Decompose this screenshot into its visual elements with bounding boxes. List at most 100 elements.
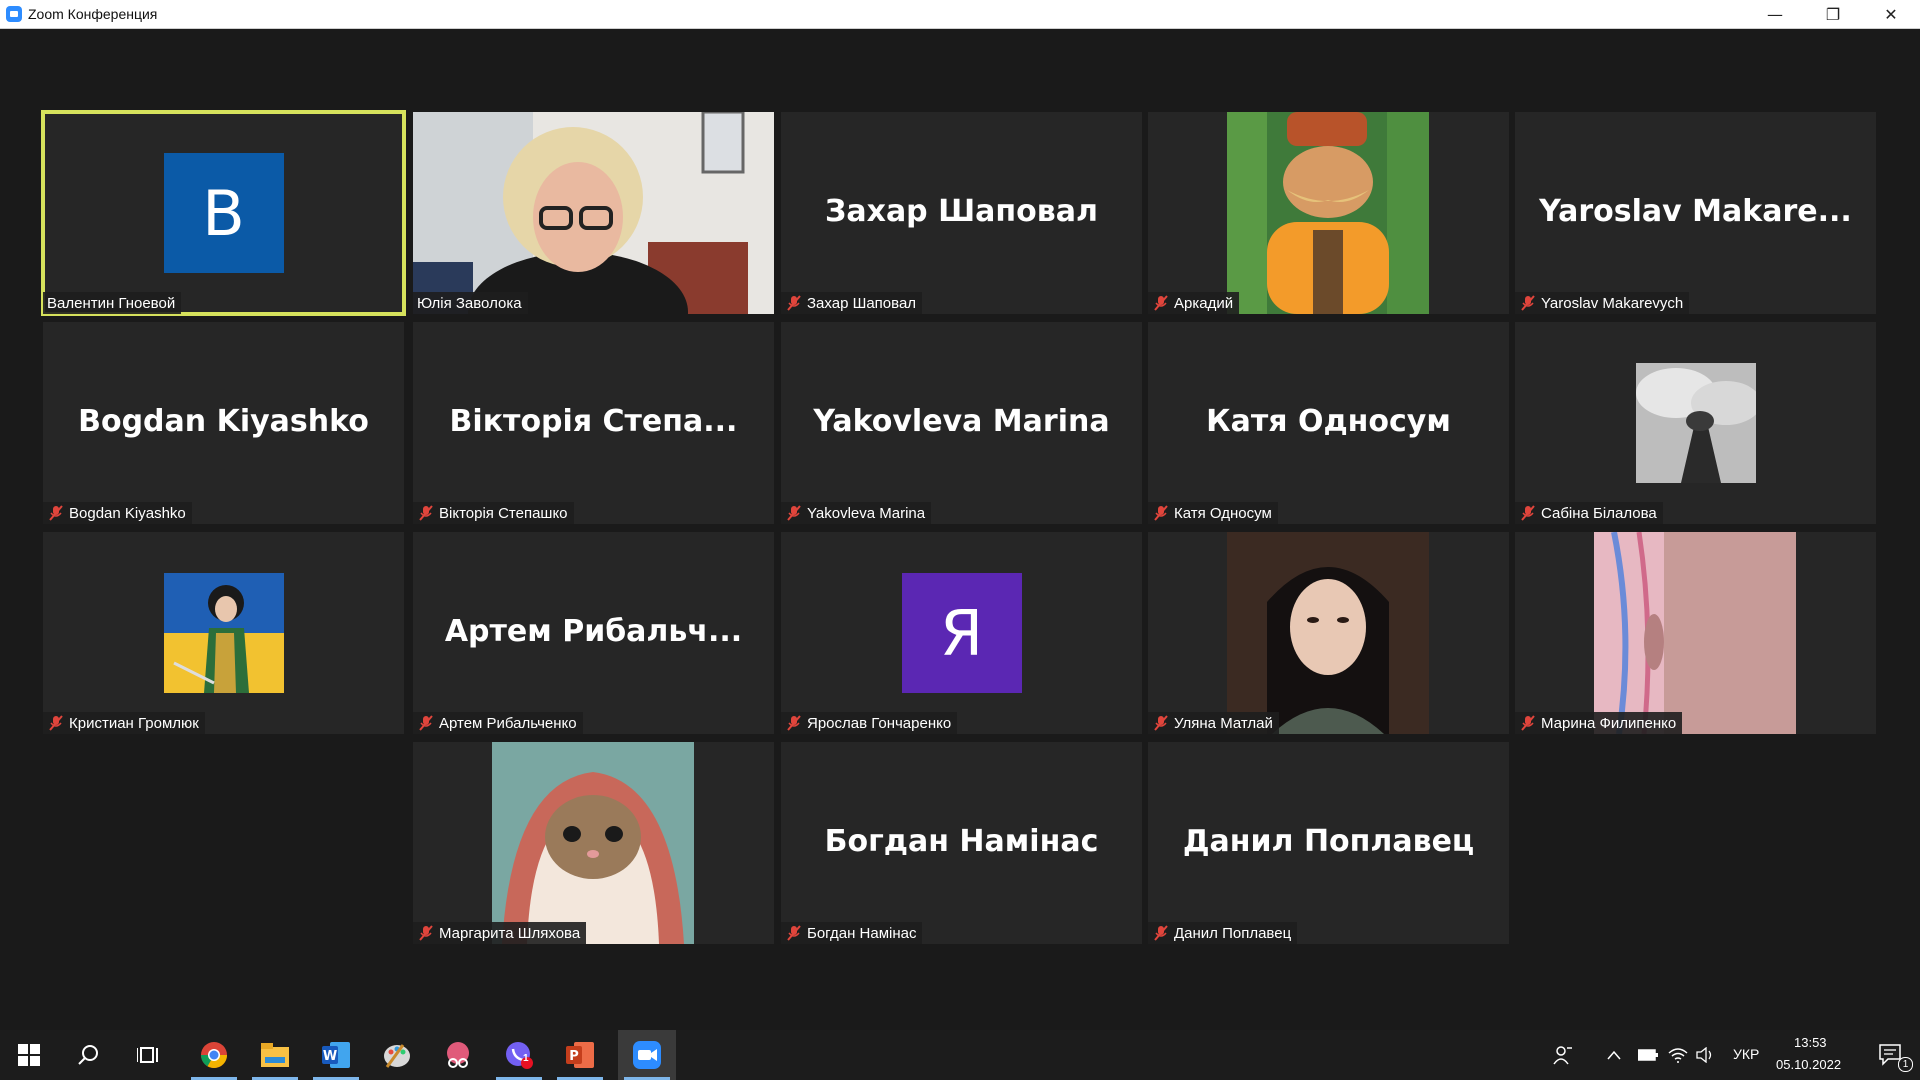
start-icon[interactable] [0,1030,58,1080]
participant-name: Кристиан Громлюк [69,714,199,732]
muted-mic-icon [49,505,63,521]
participant-picture [163,573,284,693]
notification-icon[interactable]: 1 [1862,1030,1920,1080]
muted-mic-icon [787,925,801,941]
participant-tile[interactable]: Уляна Матлай [1148,532,1509,734]
participant-name-tag: Богдан Намінас [781,922,923,944]
participant-picture [1227,532,1429,734]
participant-name: Вікторія Степашко [439,504,568,522]
participant-tile[interactable]: Марина Филипенко [1515,532,1876,734]
participant-name-tag: Катя Односум [1148,502,1278,524]
participant-display-name: Артем Рибальч... [444,613,743,649]
participant-tile[interactable]: Артем Рибальч... Артем Рибальченко [413,532,774,734]
participant-tile[interactable]: Yakovleva Marina Yakovleva Marina [781,322,1142,524]
participant-name: Юлія Заволока [417,294,522,312]
snip-icon[interactable] [429,1030,487,1080]
viber-icon[interactable]: 1 [490,1030,548,1080]
viber-badge: 1 [523,1053,529,1064]
participant-picture [1594,532,1796,734]
chevron-up-icon[interactable] [1600,1030,1628,1080]
participant-display-name: Катя Односум [1206,403,1451,439]
participant-name-tag: Захар Шаповал [781,292,923,314]
participant-name: Ярослав Гончаренко [807,714,952,732]
avatar: Я [901,573,1022,693]
avatar: В [163,153,284,273]
powerpoint-icon[interactable]: P [551,1030,609,1080]
participant-name: Уляна Матлай [1174,714,1273,732]
language-indicator[interactable]: УКР [1733,1046,1759,1062]
participant-name-tag: Аркадий [1148,292,1240,314]
search-icon[interactable] [60,1030,118,1080]
participant-tile[interactable]: Я Ярослав Гончаренко [781,532,1142,734]
participant-name-tag: Артем Рибальченко [413,712,583,734]
participant-name: Аркадий [1174,294,1234,312]
clock-date[interactable]: 05.10.2022 [1776,1057,1841,1072]
participant-name: Yaroslav Makarevych [1541,294,1684,312]
people-icon[interactable] [1545,1030,1581,1080]
participant-name-tag: Ярослав Гончаренко [781,712,958,734]
clock-time[interactable]: 13:53 [1794,1035,1827,1050]
participant-name-tag: Данил Поплавец [1148,922,1298,944]
participant-picture [1227,112,1429,314]
participant-display-name: Богдан Намінас [824,823,1099,859]
participant-tile[interactable]: В Валентин Гноевой [41,110,406,316]
participant-tile[interactable]: Сабіна Білалова [1515,322,1876,524]
muted-mic-icon [419,715,433,731]
participant-tile[interactable]: Маргарита Шляхова [413,742,774,944]
volume-icon[interactable] [1692,1030,1720,1080]
wifi-icon[interactable] [1664,1030,1692,1080]
participant-tile[interactable]: Катя Односум Катя Односум [1148,322,1509,524]
participant-name: Катя Односум [1174,504,1272,522]
participant-tile[interactable]: Юлія Заволока [413,112,774,314]
svg-text:P: P [569,1049,579,1064]
participant-display-name: Yaroslav Makare... [1539,193,1852,229]
participant-name: Богдан Намінас [807,924,917,942]
muted-mic-icon [787,295,801,311]
participant-name-tag: Bogdan Kiyashko [43,502,192,524]
file-explorer-icon[interactable] [246,1030,304,1080]
muted-mic-icon [419,505,433,521]
participant-tile[interactable]: Аркадий [1148,112,1509,314]
participant-display-name: Вікторія Степа... [449,403,738,439]
task-view-icon[interactable] [120,1030,178,1080]
word-icon[interactable]: W [307,1030,365,1080]
participant-tile[interactable]: Bogdan Kiyashko Bogdan Kiyashko [43,322,404,524]
muted-mic-icon [1154,715,1168,731]
participant-name: Валентин Гноевой [47,294,176,312]
participant-tile[interactable]: Yaroslav Makare... Yaroslav Makarevych [1515,112,1876,314]
chrome-icon[interactable] [185,1030,243,1080]
windows-taskbar: W 1 P УКР 13:53 05.10.2022 1 [0,1030,1920,1080]
participant-display-name: Yakovleva Marina [813,403,1110,439]
muted-mic-icon [1154,295,1168,311]
muted-mic-icon [49,715,63,731]
participant-display-name: Bogdan Kiyashko [78,403,369,439]
battery-icon[interactable] [1634,1030,1662,1080]
participant-name: Маргарита Шляхова [439,924,581,942]
muted-mic-icon [1521,505,1535,521]
participant-name-tag: Yakovleva Marina [781,502,932,524]
participant-name-tag: Кристиан Громлюк [43,712,205,734]
participant-name-tag: Марина Филипенко [1515,712,1683,734]
notification-count: 1 [1898,1057,1913,1072]
participant-tile[interactable]: Богдан Намінас Богдан Намінас [781,742,1142,944]
participant-name: Марина Филипенко [1541,714,1677,732]
muted-mic-icon [1154,505,1168,521]
participant-display-name: Данил Поплавец [1182,823,1475,859]
muted-mic-icon [1521,295,1535,311]
participant-name: Артем Рибальченко [439,714,577,732]
participant-name-tag: Маргарита Шляхова [413,922,587,944]
participant-name: Bogdan Kiyashko [69,504,186,522]
participant-name-tag: Yaroslav Makarevych [1515,292,1690,314]
muted-mic-icon [1521,715,1535,731]
svg-text:W: W [323,1049,337,1064]
participant-tile[interactable]: Кристиан Громлюк [43,532,404,734]
participant-name-tag: Валентин Гноевой [43,292,182,314]
participant-tile[interactable]: Вікторія Степа... Вікторія Степашко [413,322,774,524]
paint-icon[interactable] [368,1030,426,1080]
participant-tile[interactable]: Захар Шаповал Захар Шаповал [781,112,1142,314]
participant-name-tag: Уляна Матлай [1148,712,1279,734]
zoom-icon[interactable] [618,1030,676,1080]
participant-name: Захар Шаповал [807,294,917,312]
muted-mic-icon [419,925,433,941]
participant-tile[interactable]: Данил Поплавец Данил Поплавец [1148,742,1509,944]
